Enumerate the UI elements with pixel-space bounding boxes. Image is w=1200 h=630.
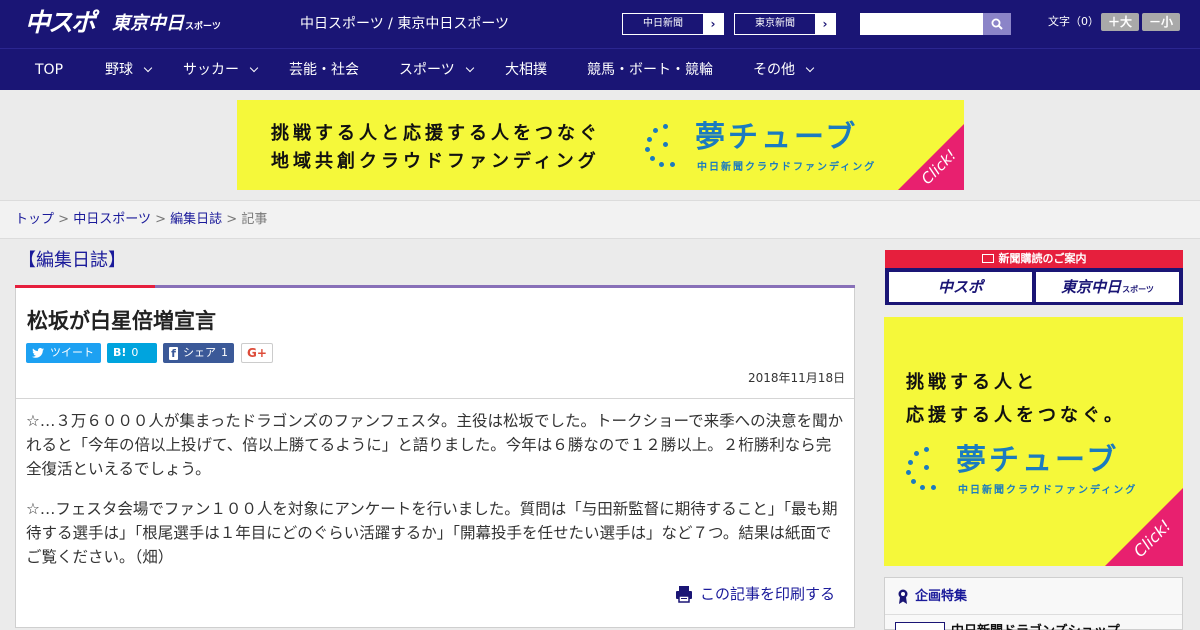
tweet-label: ツイート	[50, 346, 94, 359]
special-features-box: 企画特集 中日新聞ドラゴンズショップ	[884, 577, 1183, 630]
ribbon-icon	[898, 589, 908, 604]
special-features-label: 企画特集	[915, 589, 968, 604]
chevron-down-icon	[465, 63, 474, 73]
main-nav: TOP 野球 サッカー 芸能・社会 スポーツ 大相撲 競馬・ボート・競輪 その他	[0, 48, 1200, 90]
nav-item-soccer[interactable]: サッカー	[183, 49, 259, 91]
dots-icon	[906, 447, 950, 491]
facebook-icon: f	[169, 346, 178, 360]
breadcrumb-sep: >	[58, 212, 70, 227]
special-features-title: 企画特集	[897, 588, 967, 606]
yume-tube-side-ad[interactable]: 挑戦する人と 応援する人をつなぐ。 夢チューブ 中日新聞クラウドファンディング …	[884, 317, 1183, 566]
breadcrumb-bar: トップ > 中日スポーツ > 編集日誌 > 記事	[0, 200, 1200, 239]
article-paragraph: ☆…３万６０００人が集まったドラゴンズのファンフェスタ。主役は松坂でした。トーク…	[26, 412, 844, 478]
article-accent-purple	[155, 285, 855, 288]
chevron-right-icon: ›	[815, 14, 835, 34]
article-title: 松坂が白星倍増宣言	[27, 309, 216, 333]
breadcrumb-current: 記事	[241, 212, 268, 227]
article-divider	[16, 398, 854, 399]
subscription-title: 新聞購読のご案内	[998, 252, 1087, 265]
nav-label: 芸能・社会	[289, 62, 359, 78]
nav-item-others[interactable]: その他	[753, 49, 815, 91]
subscribe-logo-text: 東京中日	[1061, 278, 1122, 296]
breadcrumb-editorial-diary[interactable]: 編集日誌	[170, 212, 222, 227]
tokyo-logo-text: 東京中日	[112, 13, 184, 34]
banner-area: 挑戦する人と応援する人をつなぐ 地域共創クラウドファンディング 夢チューブ 中日…	[0, 90, 1200, 200]
printer-icon	[676, 586, 692, 603]
chevron-right-icon: ›	[703, 14, 723, 34]
section-title: 【編集日誌】	[18, 250, 126, 271]
print-article-link[interactable]: この記事を印刷する	[675, 583, 835, 605]
article-date: 2018年11月18日	[748, 371, 846, 385]
nav-label: 競馬・ボート・競輪	[587, 62, 713, 78]
nav-label: 野球	[105, 62, 133, 78]
font-size-label: 文字（0）	[1048, 15, 1099, 28]
search-input[interactable]	[860, 13, 983, 35]
article-paragraph: ☆…フェスタ会場でファン１００人を対象にアンケートを行いました。質問は「与田新監…	[26, 500, 838, 566]
tokyo-logo-suffix: スポーツ	[185, 22, 221, 32]
nav-item-sumo[interactable]: 大相撲	[505, 49, 547, 91]
subscription-box: 新聞購読のご案内 中スポ 東京中日スポーツ	[885, 250, 1183, 305]
print-label: この記事を印刷する	[700, 585, 836, 603]
special-features-divider	[885, 614, 1182, 615]
ext-link-label: 東京新聞	[755, 18, 795, 29]
article-accent-red	[15, 285, 155, 288]
google-plus-button[interactable]: G+	[241, 343, 273, 363]
font-bigger-button[interactable]: ＋大	[1101, 13, 1139, 31]
hatena-count: 0	[131, 346, 139, 359]
subscribe-chuspo[interactable]: 中スポ	[889, 272, 1032, 302]
tokyo-chunichi-logo[interactable]: 東京中日スポーツ	[112, 12, 221, 39]
nav-label: その他	[753, 62, 795, 78]
search-button[interactable]	[983, 13, 1011, 35]
nav-label: サッカー	[183, 62, 239, 78]
breadcrumb-top[interactable]: トップ	[15, 212, 54, 227]
chevron-down-icon	[249, 63, 259, 73]
chevron-down-icon	[805, 63, 815, 73]
side-ad-line-1: 挑戦する人と	[906, 372, 1038, 393]
nav-label: 大相撲	[505, 62, 547, 78]
nav-item-top[interactable]: TOP	[35, 49, 63, 91]
banner-line-1: 挑戦する人と応援する人をつなぐ	[271, 123, 601, 144]
subscribe-logo-suffix: スポーツ	[1122, 285, 1154, 294]
banner-line-2: 地域共創クラウドファンディング	[271, 151, 600, 172]
tweet-button[interactable]: ツイート	[26, 343, 101, 363]
search-icon	[991, 18, 1003, 30]
site-links[interactable]: 中日スポーツ / 東京中日スポーツ	[300, 15, 509, 33]
breadcrumb: トップ > 中日スポーツ > 編集日誌 > 記事	[15, 211, 267, 229]
hatena-bookmark-button[interactable]: B! 0	[107, 343, 157, 363]
nav-label: スポーツ	[399, 62, 455, 78]
breadcrumb-chunichi-sports[interactable]: 中日スポーツ	[73, 212, 151, 227]
ext-link-label: 中日新聞	[643, 18, 683, 29]
nav-item-racing[interactable]: 競馬・ボート・競輪	[587, 49, 713, 91]
nav-item-entertainment[interactable]: 芸能・社会	[289, 49, 359, 91]
subscribe-tokyo-chunichi[interactable]: 東京中日スポーツ	[1036, 272, 1179, 302]
dragons-shop-thumbnail[interactable]	[895, 622, 945, 630]
newspaper-icon	[981, 254, 994, 263]
tokyo-shimbun-link[interactable]: 東京新聞 ›	[734, 13, 836, 35]
yume-tube-logo: 夢チューブ 中日新聞クラウドファンディング	[645, 120, 905, 173]
font-smaller-button[interactable]: －小	[1142, 13, 1180, 31]
breadcrumb-sep: >	[226, 212, 238, 227]
facebook-share-count: 1	[221, 346, 228, 359]
chunichi-shimbun-link[interactable]: 中日新聞 ›	[622, 13, 724, 35]
dots-icon	[645, 124, 689, 168]
yume-tube-title: 夢チューブ	[956, 443, 1120, 478]
side-ad-line-2: 応援する人をつなぐ。	[906, 405, 1126, 426]
subscription-header: 新聞購読のご案内	[885, 250, 1183, 268]
yume-tube-banner[interactable]: 挑戦する人と応援する人をつなぐ 地域共創クラウドファンディング 夢チューブ 中日…	[237, 100, 964, 190]
hatena-icon: B!	[113, 346, 127, 359]
top-header: 中スポ 東京中日スポーツ 中日スポーツ / 東京中日スポーツ 中日新聞 › 東京…	[0, 0, 1200, 48]
chuspo-logo[interactable]: 中スポ	[25, 8, 96, 38]
yume-tube-subtitle: 中日新聞クラウドファンディング	[697, 162, 877, 173]
facebook-share-button[interactable]: f シェア 1	[163, 343, 234, 363]
chevron-down-icon	[143, 63, 153, 73]
breadcrumb-sep: >	[155, 212, 166, 227]
nav-item-sports[interactable]: スポーツ	[399, 49, 474, 91]
yume-tube-title: 夢チューブ	[695, 120, 859, 155]
dragons-shop-link[interactable]: 中日新聞ドラゴンズショップ	[951, 620, 1120, 630]
twitter-icon	[32, 348, 44, 358]
nav-item-baseball[interactable]: 野球	[105, 49, 153, 91]
facebook-share-label: シェア	[183, 346, 216, 359]
nav-label: TOP	[35, 62, 64, 78]
